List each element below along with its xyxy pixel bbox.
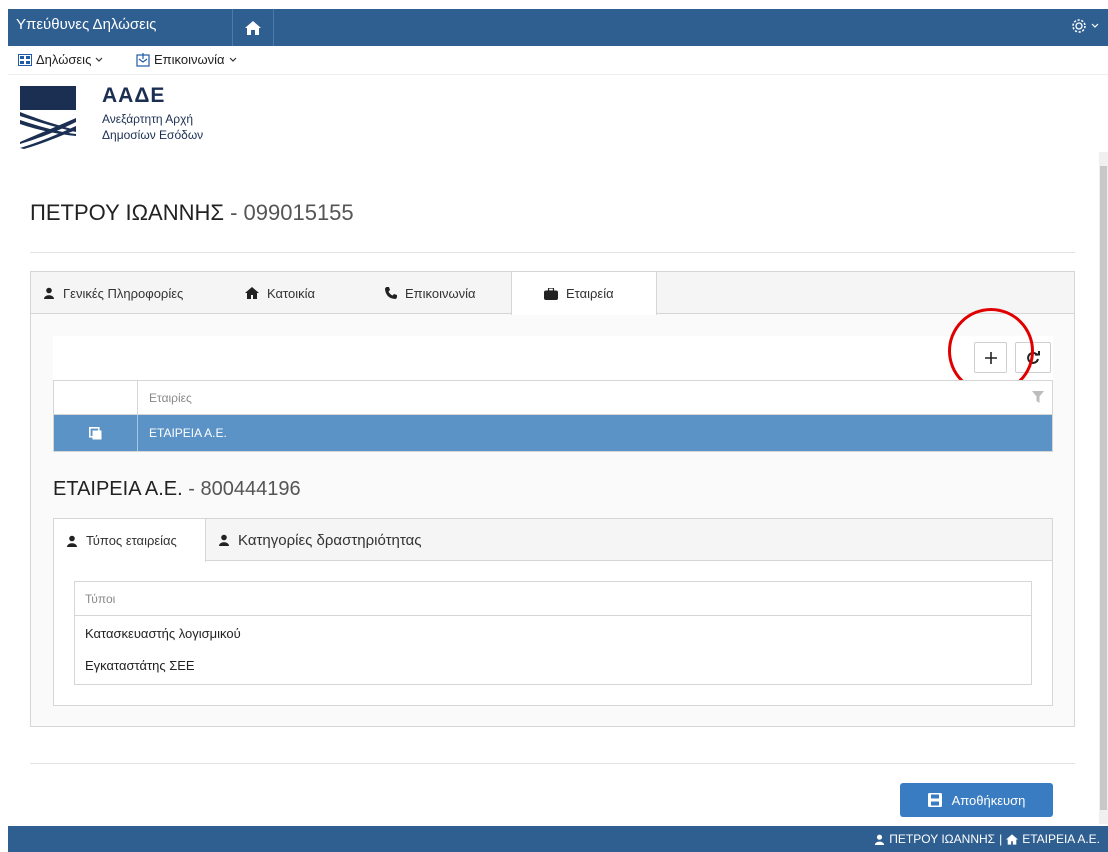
tab-residence-label: Κατοικία (267, 285, 316, 301)
left-gutter (0, 0, 8, 852)
filter-icon[interactable] (1032, 391, 1044, 403)
floppy-disk-icon (927, 793, 942, 807)
status-company: ΕΤΑΙΡΕΙΑ Α.Ε. (1022, 832, 1100, 846)
tab-general-info-label: Γενικές Πληροφορίες (63, 285, 184, 301)
screen: Υπεύθυνες Δηλώσεις Δηλώσεις Επικοινωνία … (0, 0, 1108, 852)
title-separator: - (223, 200, 244, 225)
tab-company-type[interactable]: Τύπος εταιρείας (54, 519, 206, 562)
companies-grid: Εταιρίες ΕΤΑΙΡΕΙΑ Α.Ε. (53, 380, 1053, 452)
scrollbar-thumb[interactable] (1100, 166, 1107, 810)
company-separator: - (182, 478, 201, 500)
person-id: 099015155 (243, 200, 354, 225)
user-icon (44, 287, 54, 299)
company-id: 800444196 (200, 478, 301, 500)
table-row[interactable]: ΕΤΑΙΡΕΙΑ Α.Ε. (54, 415, 1052, 451)
company-details-panel: Τύπος εταιρείας Κατηγορίες δραστηριότητα… (53, 518, 1053, 706)
row-open-cell[interactable] (54, 415, 138, 451)
tab-activity-categories-label: Κατηγορίες δραστηριότητας (238, 531, 422, 549)
phone-icon (385, 287, 397, 299)
open-record-icon (89, 426, 102, 439)
user-icon (875, 834, 885, 845)
tab-company[interactable]: Εταιρεία (511, 272, 657, 315)
save-button-label: Αποθήκευση (951, 792, 1026, 808)
divider (30, 252, 1075, 253)
home-icon (245, 20, 261, 35)
types-table-header: Τύποι (75, 582, 1031, 616)
page-title: ΠΕΤΡΟΥ ΙΩΑΝΝΗΣ - 099015155 (30, 200, 354, 226)
menu-bar: Δηλώσεις Επικοινωνία (8, 46, 1108, 75)
vertical-scrollbar[interactable] (1099, 152, 1108, 824)
settings-button[interactable] (1070, 15, 1100, 37)
aade-emblem-icon (20, 86, 76, 149)
logo-brand: ΑΑΔΕ (102, 84, 166, 107)
briefcase-icon (544, 287, 558, 300)
user-icon (67, 535, 77, 547)
menu-declarations-label: Δηλώσεις (36, 52, 92, 67)
details-panel: Γενικές Πληροφορίες Κατοικία Επικοινωνία… (30, 271, 1075, 727)
user-icon (219, 534, 229, 546)
aade-logo: ΑΑΔΕ Ανεξάρτητη Αρχή Δημοσίων Εσόδων (20, 84, 280, 154)
tab-activity-categories[interactable]: Κατηγορίες δραστηριότητας (206, 519, 466, 561)
contact-icon (136, 52, 150, 67)
details-tabs: Γενικές Πληροφορίες Κατοικία Επικοινωνία… (31, 272, 1074, 315)
companies-column-header: Εταιρίες (149, 391, 192, 405)
tab-communication[interactable]: Επικοινωνία (373, 272, 509, 314)
menu-contact[interactable]: Επικοινωνία (136, 52, 237, 67)
company-name: ΕΤΑΙΡΕΙΑ Α.Ε. (53, 478, 183, 500)
menu-declarations[interactable]: Δηλώσεις (18, 52, 103, 67)
companies-toolbar (53, 336, 1053, 380)
logo-line-2: Δημοσίων Εσόδων (102, 128, 204, 142)
grid-icon (18, 53, 32, 66)
logo-line-1: Ανεξάρτητη Αρχή (102, 112, 194, 126)
list-item[interactable]: Κατασκευαστής λογισμικού (85, 626, 241, 641)
chevron-down-icon (95, 57, 103, 62)
status-info: ΠΕΤΡΟΥ ΙΩΑΝΝΗΣ | ΕΤΑΙΡΕΙΑ Α.Ε. (874, 832, 1100, 846)
grid-header: Εταιρίες (54, 381, 1052, 415)
tab-residence[interactable]: Κατοικία (233, 272, 371, 314)
tab-general-info[interactable]: Γενικές Πληροφορίες (31, 272, 231, 314)
status-bar: ΠΕΤΡΟΥ ΙΩΑΝΝΗΣ | ΕΤΑΙΡΕΙΑ Α.Ε. (8, 826, 1108, 852)
divider (30, 763, 1075, 764)
chevron-down-icon (1091, 23, 1099, 28)
home-button[interactable] (232, 9, 274, 46)
company-title: ΕΤΑΙΡΕΙΑ Α.Ε. - 800444196 (53, 478, 301, 501)
title-bar: Υπεύθυνες Δηλώσεις (8, 9, 1108, 46)
person-name: ΠΕΤΡΟΥ ΙΩΑΝΝΗΣ (30, 200, 224, 225)
list-item[interactable]: Εγκαταστάτης ΣΕΕ (85, 658, 195, 673)
status-divider: | (999, 832, 1003, 846)
company-tabs: Τύπος εταιρείας Κατηγορίες δραστηριότητα… (54, 519, 1052, 562)
home-icon (245, 287, 259, 299)
tab-communication-label: Επικοινωνία (405, 285, 476, 301)
tab-company-type-label: Τύπος εταιρείας (86, 533, 177, 548)
gear-icon (1072, 19, 1086, 33)
home-icon (1006, 833, 1019, 845)
chevron-down-icon (229, 57, 236, 62)
menu-contact-label: Επικοινωνία (154, 52, 225, 67)
grid-header-action-cell (54, 381, 138, 415)
tab-company-label: Εταιρεία (566, 286, 614, 301)
save-button[interactable]: Αποθήκευση (900, 783, 1053, 817)
types-column-header: Τύποι (85, 592, 116, 606)
company-name-cell: ΕΤΑΙΡΕΙΑ Α.Ε. (149, 426, 227, 440)
company-types-table: Τύποι Κατασκευαστής λογισμικού Εγκαταστά… (74, 581, 1032, 685)
app-title: Υπεύθυνες Δηλώσεις (16, 16, 157, 33)
status-user: ΠΕΤΡΟΥ ΙΩΑΝΝΗΣ (889, 832, 996, 846)
